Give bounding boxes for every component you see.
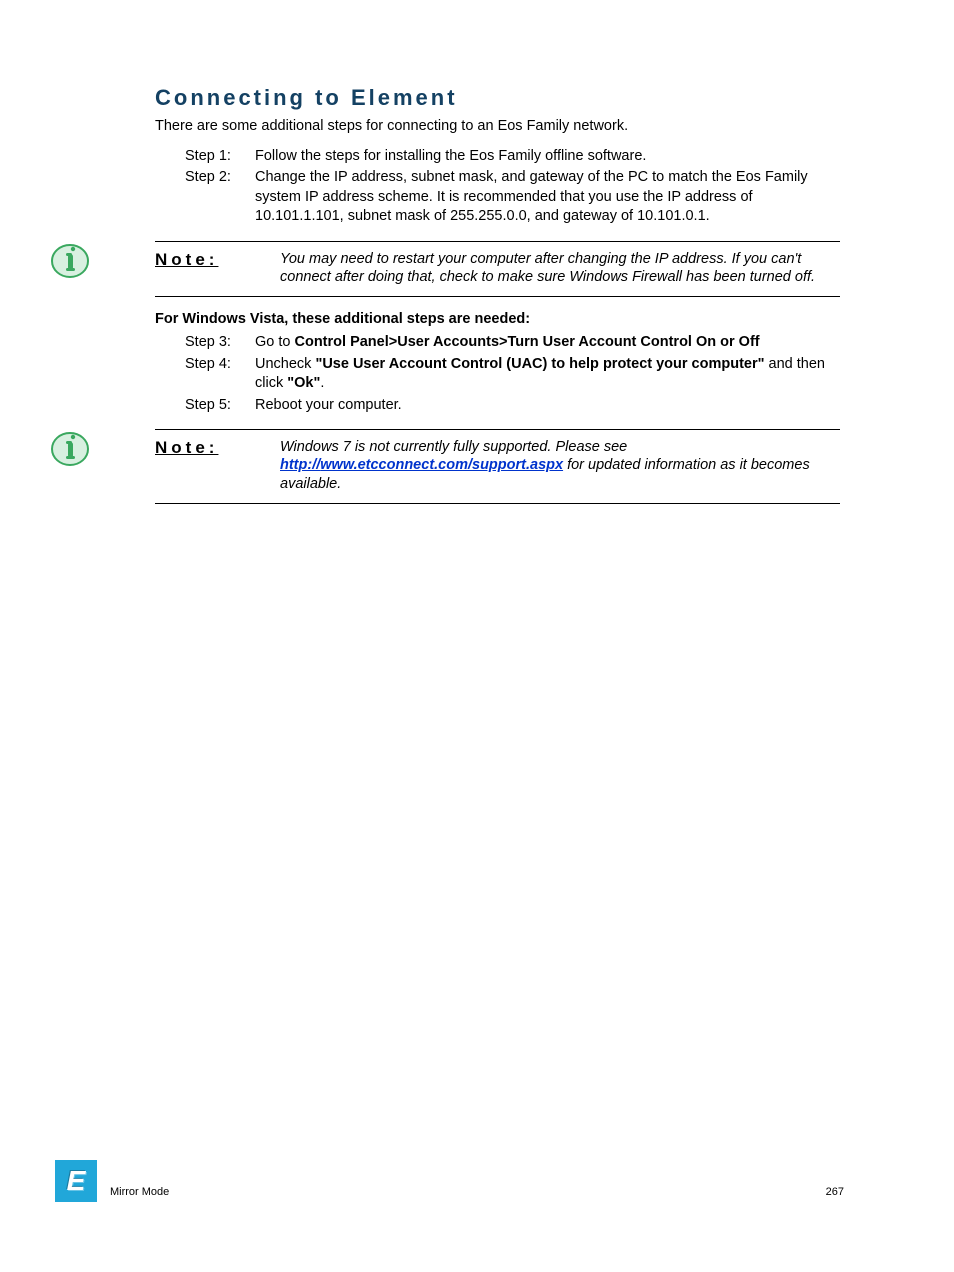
step-text: Uncheck "Use User Account Control (UAC) … (255, 355, 840, 394)
link-text: http:// (280, 457, 320, 473)
step-text: Go to Control Panel>User Accounts>Turn U… (255, 333, 840, 353)
bold-text: Control Panel>User Accounts>Turn User Ac… (295, 334, 760, 350)
bold-text: "Ok" (287, 375, 320, 391)
info-icon (50, 429, 90, 469)
text-fragment: Uncheck (255, 356, 315, 372)
text-fragment: Go to (255, 334, 295, 350)
steps-block-2: Step 3: Go to Control Panel>User Account… (185, 333, 840, 415)
step-label: Step 2: (185, 168, 255, 227)
note-text: Windows 7 is not currently fully support… (280, 438, 840, 492)
intro-text: There are some additional steps for conn… (155, 117, 840, 137)
text-fragment: Windows 7 is not currently fully support… (280, 439, 627, 455)
step-row: Step 5: Reboot your computer. (185, 396, 840, 416)
footer-section-name: Mirror Mode (110, 1186, 169, 1198)
footer-page-number: 267 (826, 1186, 844, 1198)
step-row: Step 1: Follow the steps for installing … (185, 147, 840, 167)
step-label: Step 4: (185, 355, 255, 394)
link-text: www.etcconnect.com/support.aspx (320, 457, 563, 473)
text-fragment: . (320, 375, 324, 391)
step-row: Step 2: Change the IP address, subnet ma… (185, 168, 840, 227)
step-label: Step 1: (185, 147, 255, 167)
brand-badge: E (55, 1160, 97, 1202)
note-block: Note: Windows 7 is not currently fully s… (155, 429, 840, 503)
note-text: You may need to restart your computer af… (280, 250, 840, 286)
step-row: Step 3: Go to Control Panel>User Account… (185, 333, 840, 353)
note-label: Note: (155, 438, 280, 492)
page: Connecting to Element There are some add… (0, 0, 954, 1272)
brand-badge-letter: E (67, 1165, 86, 1197)
note-rule-top (155, 429, 840, 430)
support-link[interactable]: http://www.etcconnect.com/support.aspx (280, 457, 563, 473)
page-footer: E Mirror Mode 267 (55, 1162, 844, 1202)
vista-heading: For Windows Vista, these additional step… (155, 311, 840, 327)
note-rule-top (155, 241, 840, 242)
section-title: Connecting to Element (155, 85, 840, 111)
step-row: Step 4: Uncheck "Use User Account Contro… (185, 355, 840, 394)
bold-text: "Use User Account Control (UAC) to help … (315, 356, 764, 372)
step-text: Follow the steps for installing the Eos … (255, 147, 840, 167)
note-rule-bottom (155, 296, 840, 297)
step-label: Step 3: (185, 333, 255, 353)
info-icon (50, 241, 90, 281)
note-rule-bottom (155, 503, 840, 504)
step-text: Change the IP address, subnet mask, and … (255, 168, 840, 227)
step-label: Step 5: (185, 396, 255, 416)
note-label: Note: (155, 250, 280, 286)
note-body: Note: You may need to restart your compu… (155, 250, 840, 286)
vista-block: For Windows Vista, these additional step… (155, 311, 840, 415)
note-block: Note: You may need to restart your compu… (155, 241, 840, 297)
step-text: Reboot your computer. (255, 396, 840, 416)
steps-block-1: Step 1: Follow the steps for installing … (185, 147, 840, 227)
content-area: Connecting to Element There are some add… (155, 85, 840, 504)
note-body: Note: Windows 7 is not currently fully s… (155, 438, 840, 492)
